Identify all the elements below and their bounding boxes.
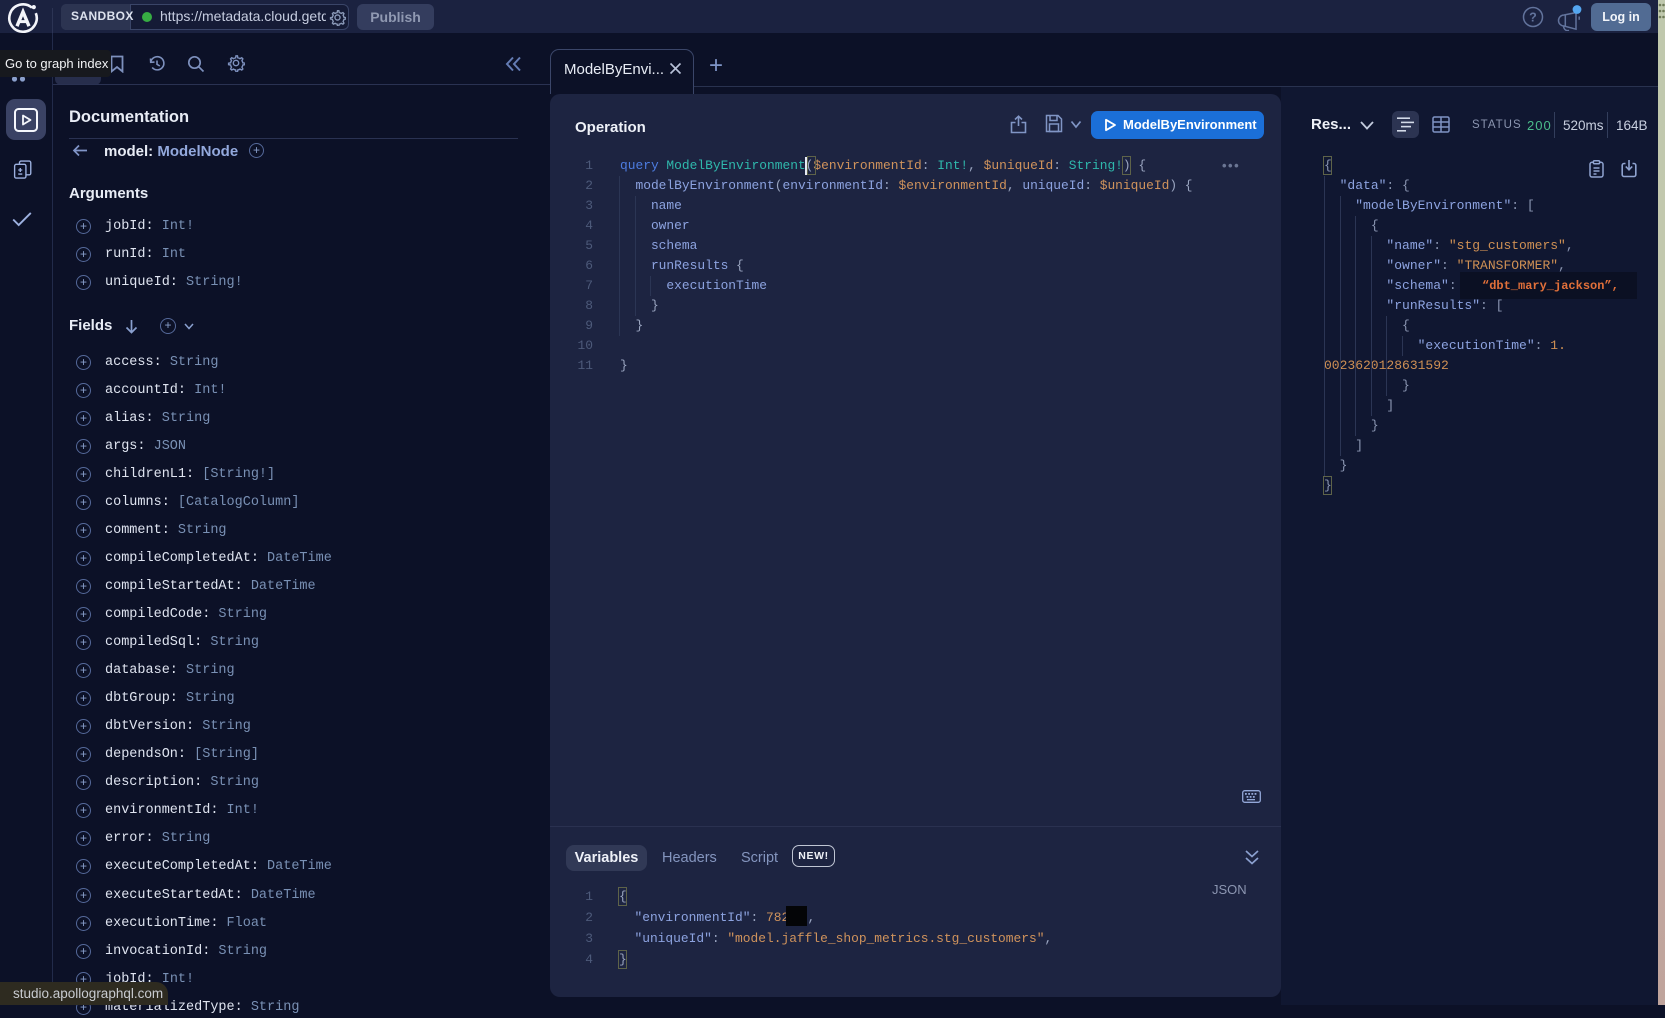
svg-text:?: ? <box>1529 11 1537 25</box>
